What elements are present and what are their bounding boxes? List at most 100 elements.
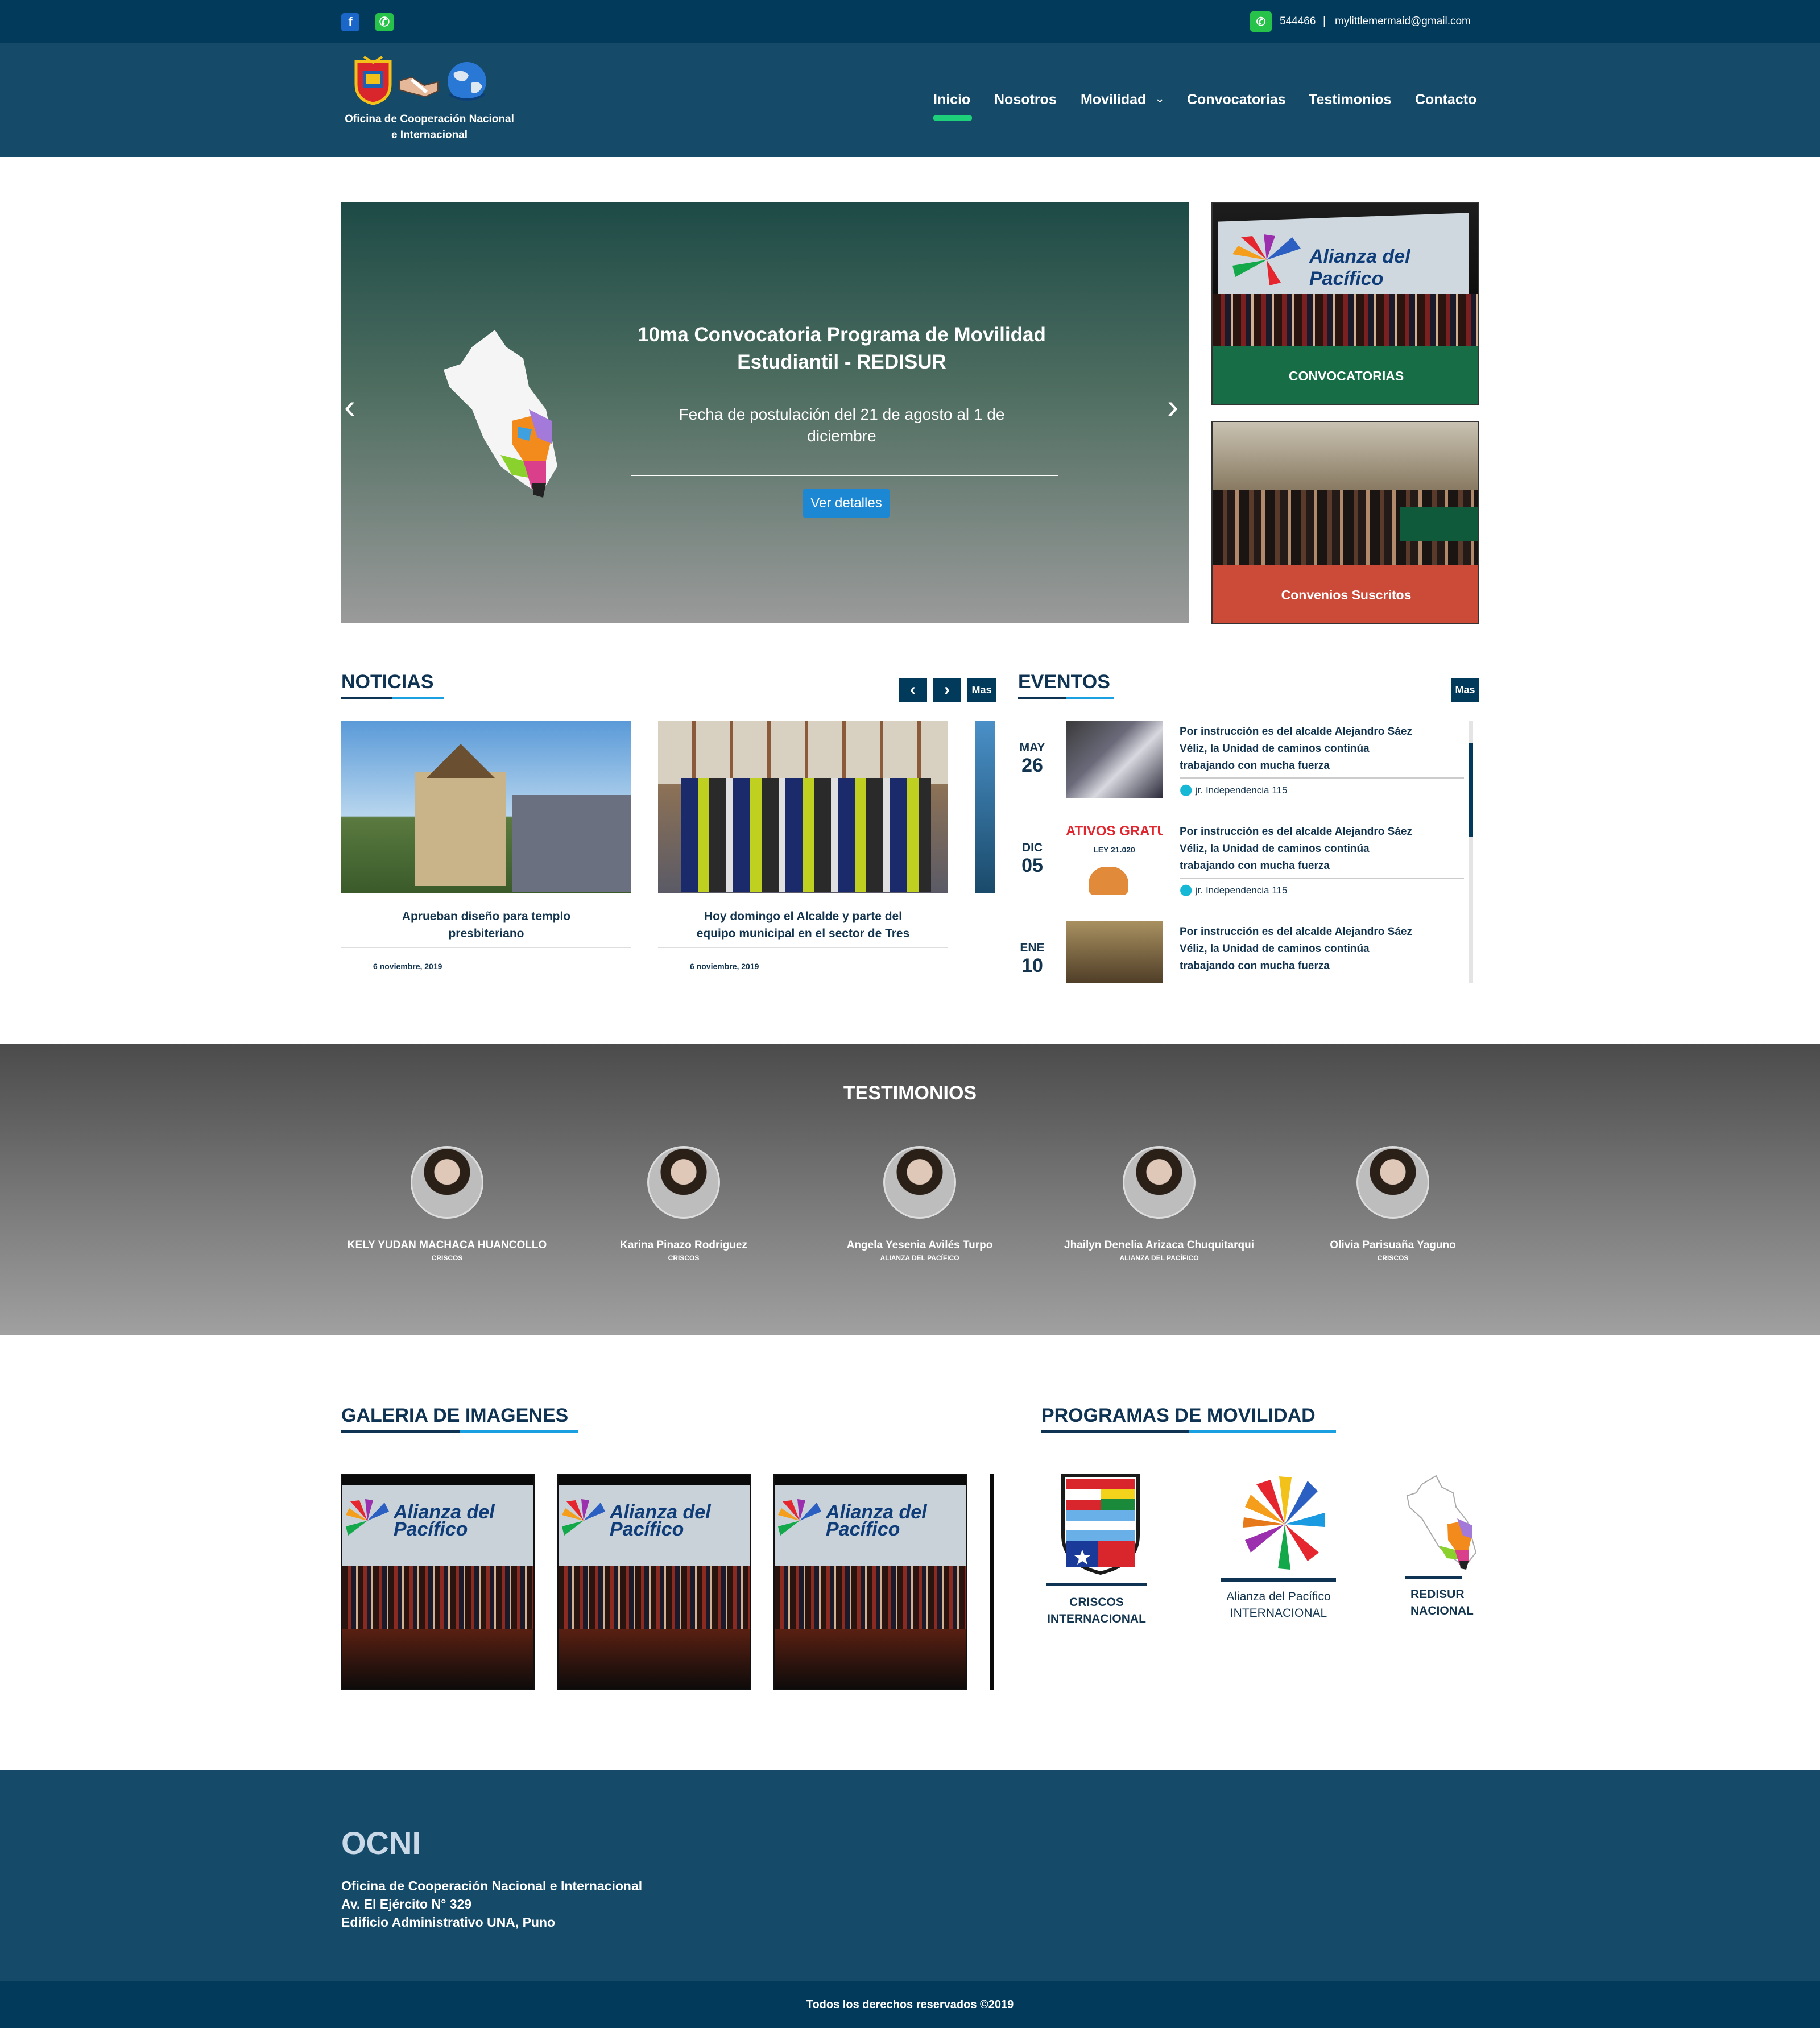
convenios-card[interactable]: Convenios Suscritos [1211, 421, 1479, 624]
nav-nosotros[interactable]: Nosotros [994, 92, 1057, 108]
testimonios-section: TESTIMONIOS KELY YUDAN MACHACA HUANCOLLO… [0, 1044, 1820, 1335]
news-card[interactable]: Aprueban diseño para templo presbiterian… [341, 721, 631, 971]
testimonial-name: Jhailyn Denelia Arizaca Chuquitarqui [1064, 1239, 1254, 1251]
news-date: 6 noviembre, 2019 [373, 962, 442, 971]
testimonial-card[interactable]: Karina Pinazo Rodriguez CRISCOS [576, 1146, 792, 1262]
event-location: jr. Independencia 115 [1196, 785, 1288, 796]
convenios-label[interactable]: Convenios Suscritos [1213, 565, 1478, 623]
redisur-label-line-1: REDISUR [1410, 1588, 1465, 1601]
news-title[interactable]: Aprueban diseño para templo presbiterian… [341, 893, 631, 948]
coat-of-arms-icon [353, 56, 394, 105]
alianza-logo-icon [1230, 231, 1304, 288]
event-title-line-3: trabajando con mucha fuerza [1180, 760, 1330, 772]
eventos-scrollbar-thumb[interactable] [1469, 743, 1473, 837]
event-title[interactable]: Por instrucción es del alcalde Alejandro… [1180, 723, 1474, 775]
convenios-photo [1213, 422, 1478, 565]
gallery-image-partial[interactable] [990, 1474, 994, 1690]
slide-title: 10ma Convocatoria Programa de Movilidad … [626, 321, 1058, 376]
event-day: 26 [1021, 755, 1043, 776]
alianza-logo-icon [1233, 1473, 1336, 1578]
programa-alianza[interactable]: Alianza del Pacífico INTERNACIONAL [1221, 1473, 1336, 1632]
eventos-title: EVENTOS [1018, 671, 1110, 693]
news-title-line-1: Aprueban diseño para templo [402, 910, 571, 923]
avatar [1123, 1146, 1196, 1219]
nav-testimonios[interactable]: Testimonios [1309, 92, 1391, 108]
programas-underline [1041, 1430, 1336, 1433]
event-item[interactable]: ENE 10 Por instrucción es del alcalde Al… [1018, 921, 1473, 983]
event-thumbnail [1066, 921, 1163, 983]
event-title[interactable]: Por instrucción es del alcalde Alejandro… [1180, 924, 1474, 975]
convocatorias-card[interactable]: Alianza del Pacífico CONVOCATORIAS [1211, 202, 1479, 405]
top-bar: f ✆ ✆ 544466 | mylittlemermaid@gmail.com [0, 0, 1820, 43]
footer-org-name: Oficina de Cooperación Nacional e Intern… [341, 1878, 643, 1893]
programa-redisur[interactable]: REDISUR NACIONAL [1405, 1473, 1476, 1632]
event-divider [1180, 878, 1464, 879]
noticias-next-button[interactable]: › [933, 678, 961, 702]
gallery-image[interactable]: Alianza del Pacífico [774, 1474, 967, 1690]
phone-number[interactable]: 544466 [1280, 15, 1316, 28]
testimonial-card[interactable]: Olivia Parisuaña Yaguno CRISCOS [1285, 1146, 1501, 1262]
gallery-image[interactable]: Alianza del Pacífico [557, 1474, 751, 1690]
eventos-more-button[interactable]: Mas [1451, 678, 1479, 702]
programa-criscos[interactable]: CRISCOS INTERNACIONAL [1045, 1473, 1148, 1632]
event-title-line-1: Por instrucción es del alcalde Alejandro… [1180, 726, 1412, 738]
noticias-prev-button[interactable]: ‹ [899, 678, 927, 702]
testimonial-card[interactable]: Angela Yesenia Avilés Turpo ALIANZA DEL … [812, 1146, 1028, 1262]
event-title-line-1: Por instrucción es del alcalde Alejandro… [1180, 826, 1412, 838]
nav-contacto[interactable]: Contacto [1415, 92, 1476, 108]
news-title[interactable]: Hoy domingo el Alcalde y parte del equip… [658, 893, 948, 948]
testimonial-name: KELY YUDAN MACHACA HUANCOLLO [347, 1239, 547, 1251]
convocatorias-label[interactable]: CONVOCATORIAS [1213, 346, 1478, 404]
globe-icon [446, 60, 488, 102]
event-location: jr. Independencia 115 [1196, 885, 1288, 896]
noticias-more-button[interactable]: Mas [967, 678, 996, 702]
event-title[interactable]: Por instrucción es del alcalde Alejandro… [1180, 823, 1474, 875]
location-pin-icon: ⬤ [1180, 784, 1193, 796]
alianza-logo-icon [345, 1498, 390, 1543]
slide-title-line-1: 10ma Convocatoria Programa de Movilidad [638, 324, 1046, 346]
news-card[interactable]: Hoy domingo el Alcalde y parte del equip… [658, 721, 948, 971]
avatar [1356, 1146, 1429, 1219]
slide-desc-line-1: Fecha de postulación del 21 de agosto al… [679, 405, 1005, 423]
facebook-icon[interactable]: f [341, 13, 359, 31]
redisur-label: REDISUR NACIONAL [1405, 1586, 1476, 1619]
galeria-underline [341, 1430, 578, 1433]
alianza-banner-text: Alianza del Pacífico [1309, 246, 1410, 289]
galeria-title: GALERIA DE IMAGENES [341, 1405, 569, 1426]
crowd-image [1213, 294, 1478, 346]
email-link[interactable]: mylittlemermaid@gmail.com [1335, 15, 1471, 28]
crowd-image [775, 1566, 966, 1629]
ver-detalles-button[interactable]: Ver detalles [803, 489, 890, 518]
testimonial-program: CRISCOS [1377, 1254, 1409, 1262]
footer-brand: OCNI [341, 1825, 421, 1861]
nav-inicio[interactable]: Inicio [933, 92, 970, 108]
gallery-image[interactable]: Alianza del Pacífico [341, 1474, 535, 1690]
news-card-partial[interactable] [975, 721, 995, 893]
testimonial-card[interactable]: Jhailyn Denelia Arizaca Chuquitarqui ALI… [1048, 1146, 1270, 1262]
event-item[interactable]: MAY 26 Por instrucción es del alcalde Al… [1018, 721, 1473, 821]
testimonial-card[interactable]: KELY YUDAN MACHACA HUANCOLLO CRISCOS [339, 1146, 555, 1262]
chevron-left-icon[interactable]: ‹ [344, 390, 355, 424]
nav-movilidad[interactable]: Movilidad [1081, 92, 1146, 108]
stage-floor [559, 1629, 750, 1689]
nav-convocatorias[interactable]: Convocatorias [1187, 92, 1286, 108]
event-divider [1180, 777, 1464, 779]
event-title-line-3: trabajando con mucha fuerza [1180, 860, 1330, 872]
chevron-right-icon[interactable]: › [1167, 390, 1178, 424]
chevron-down-icon[interactable]: ⌄ [1155, 91, 1165, 106]
whatsapp-icon[interactable]: ✆ [375, 13, 394, 31]
testimonial-program: ALIANZA DEL PACÍFICO [1119, 1254, 1199, 1262]
event-item[interactable]: DIC 05 ATIVOS GRATUI LEY 21.020 Por inst… [1018, 821, 1473, 921]
news-title-line-1: Hoy domingo el Alcalde y parte del [704, 910, 903, 923]
avatar [411, 1146, 483, 1219]
testimonial-name: Angela Yesenia Avilés Turpo [846, 1239, 993, 1251]
church-roof [427, 744, 495, 778]
church-building [415, 772, 506, 886]
testimonial-name: Karina Pinazo Rodriguez [620, 1239, 747, 1251]
logo-text[interactable]: Oficina de Cooperación Nacional e Intern… [341, 111, 518, 143]
phone-icon: ✆ [1250, 11, 1272, 32]
banner-text-line-2: Pacífico [610, 1518, 684, 1540]
logo-line-2: e Internacional [391, 129, 468, 141]
criscos-shield-icon [1053, 1473, 1148, 1578]
eventos-underline [1018, 697, 1114, 699]
